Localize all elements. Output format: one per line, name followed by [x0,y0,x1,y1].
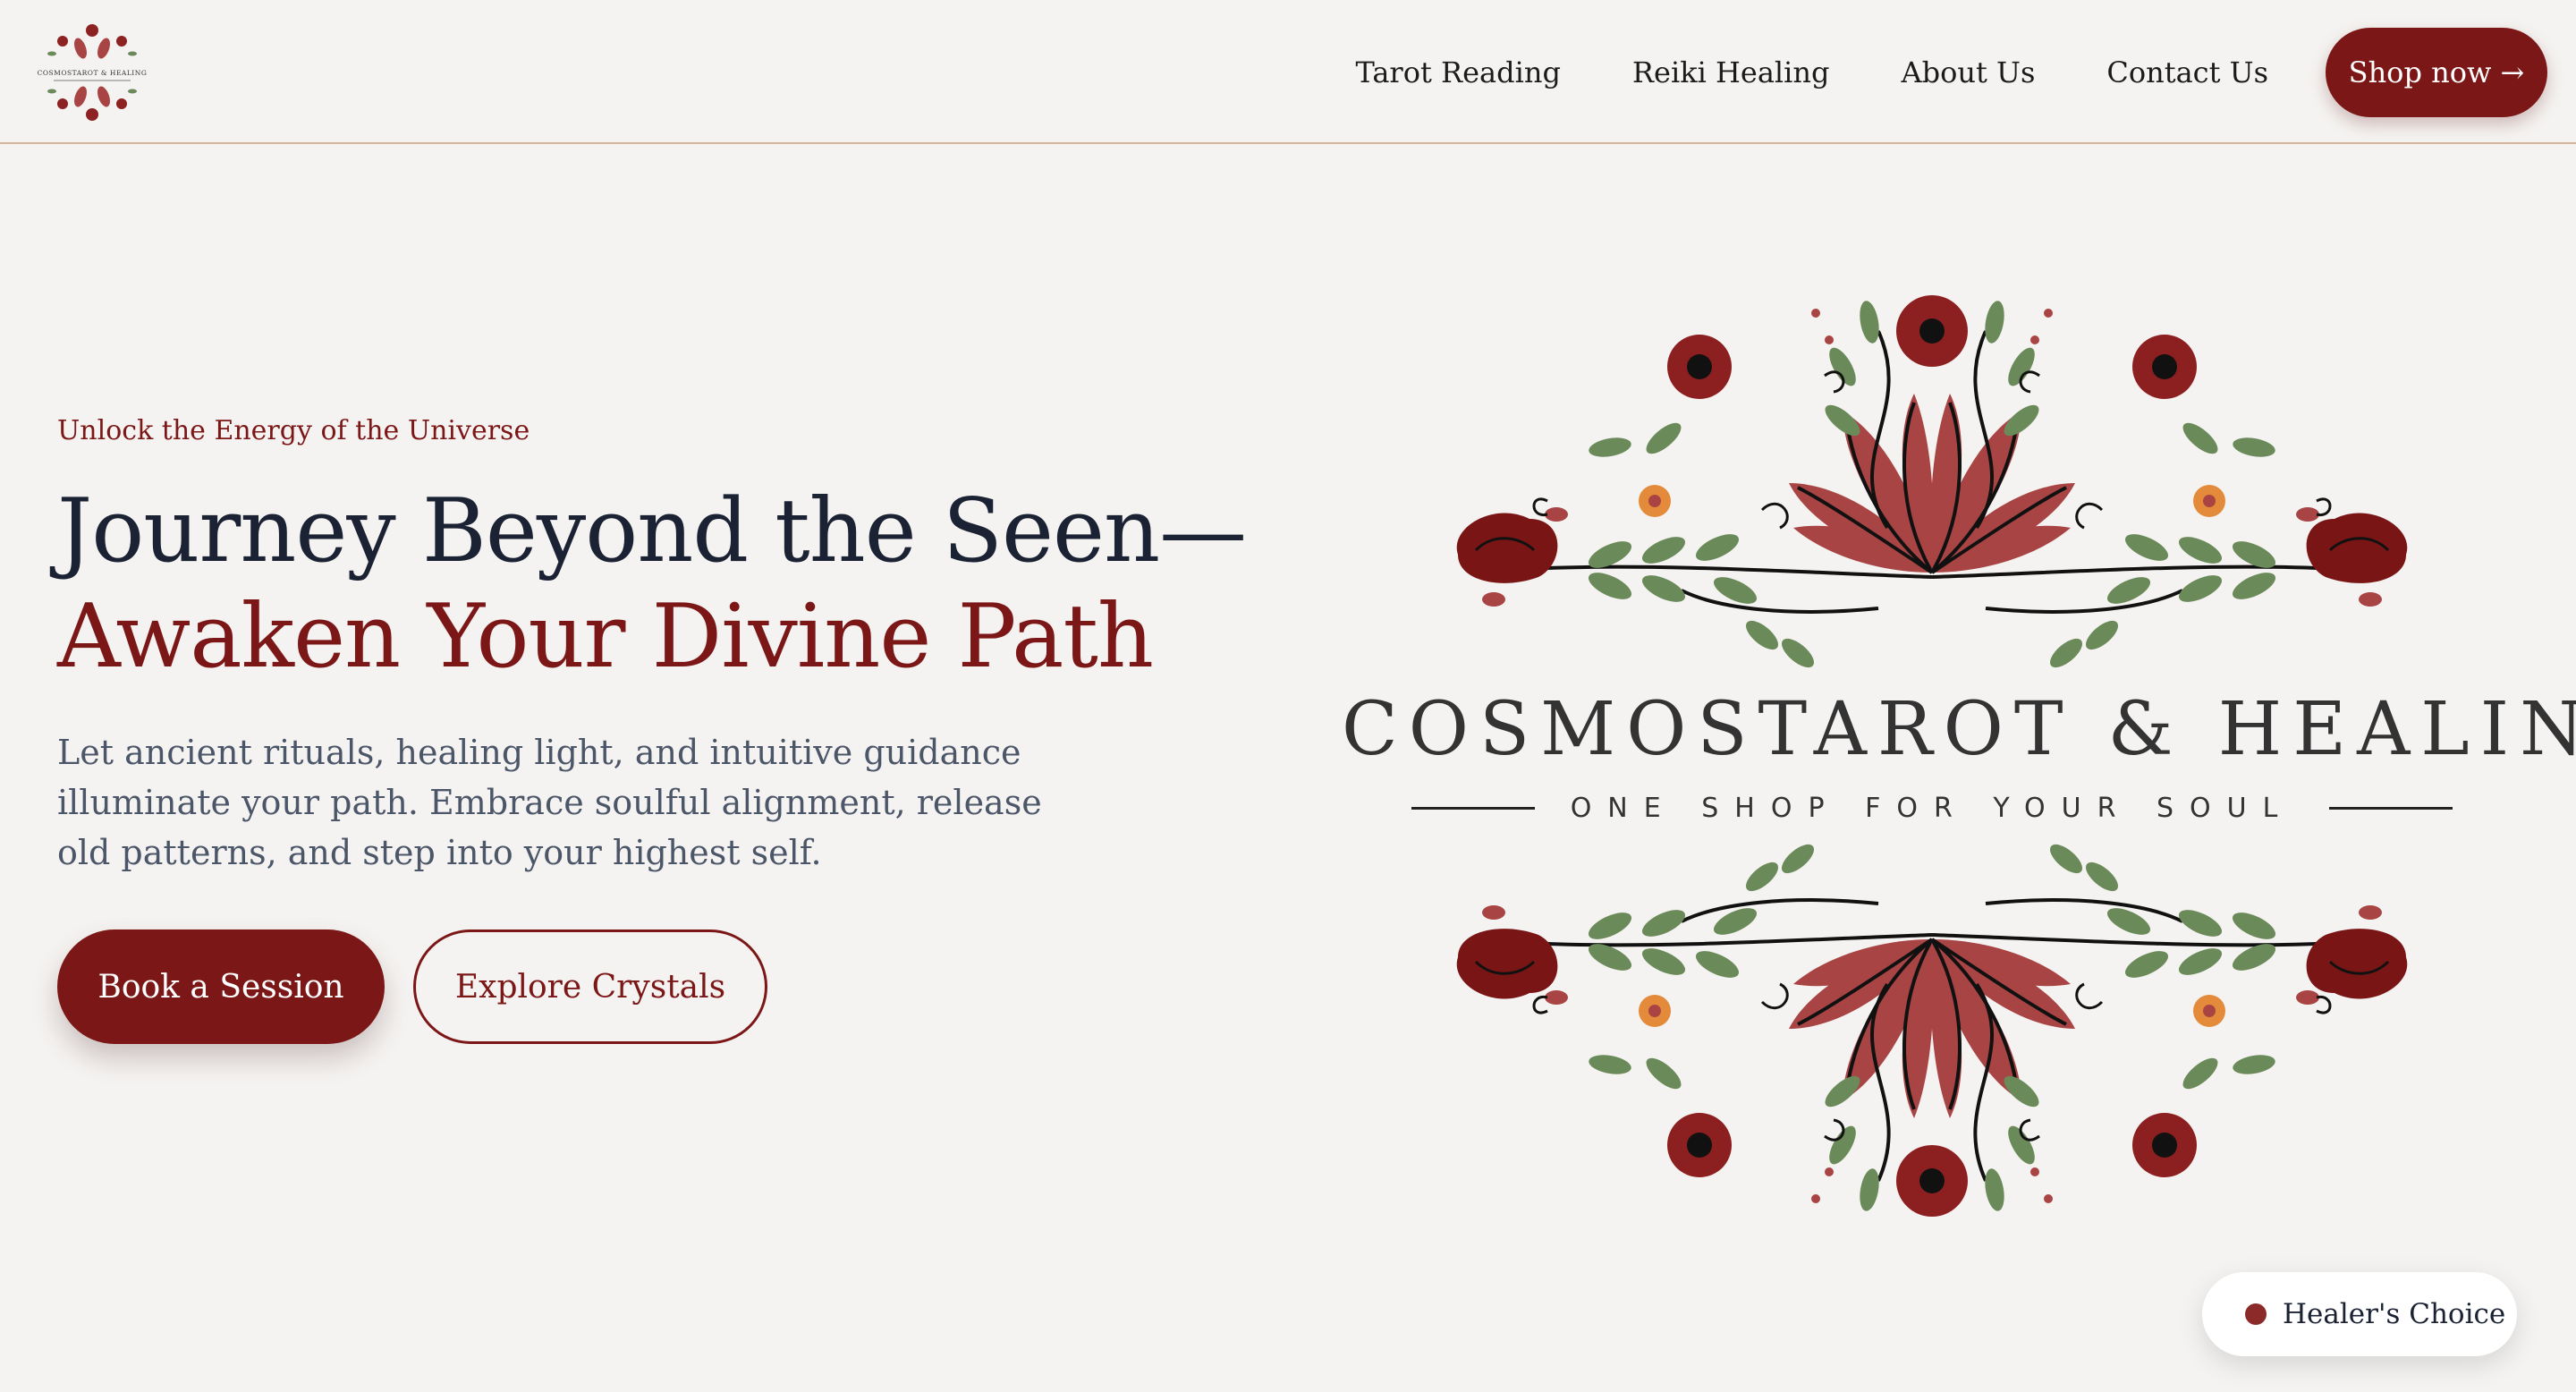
hero-eyebrow: Unlock the Energy of the Universe [57,415,530,446]
hero-description: Let ancient rituals, healing light, and … [57,733,1042,872]
shop-now-button[interactable]: Shop now → [2326,27,2547,117]
site-header: COSMOSTAROT & HEALING Tarot Reading Reik… [0,0,2576,144]
divider [2329,807,2453,810]
nav-contact-us[interactable]: Contact Us [2106,55,2268,89]
nav-reiki-healing[interactable]: Reiki Healing [1632,55,1830,89]
main-nav: Tarot Reading Reiki Healing About Us Con… [1355,0,2576,144]
illustration-subtitle-row: ONE SHOP FOR YOUR SOUL [1395,793,2469,824]
hero-section: Unlock the Energy of the Universe Journe… [57,410,1247,1044]
svg-text:COSMOSTAROT & HEALING: COSMOSTAROT & HEALING [38,69,148,77]
healers-choice-label: Healer's Choice [2283,1298,2506,1330]
brand-logo[interactable]: COSMOSTAROT & HEALING [27,14,157,131]
hero-illustration: COSMOSTAROT & HEALING ONE SHOP FOR YOUR … [1342,233,2576,1288]
status-dot-icon [2245,1303,2267,1325]
illustration-title: COSMOSTAROT & HEALING [1342,687,2576,772]
hero-headline-line2: Awaken Your Divine Path [57,586,1154,688]
hero-headline-line1: Journey Beyond the Seen— [57,480,1247,582]
healers-choice-badge[interactable]: Healer's Choice [2202,1272,2517,1356]
hero-cta-group: Book a Session Explore Crystals [57,929,1095,1044]
explore-crystals-button[interactable]: Explore Crystals [413,929,767,1044]
book-session-button[interactable]: Book a Session [57,929,385,1044]
nav-tarot-reading[interactable]: Tarot Reading [1355,55,1560,89]
illustration-subtitle: ONE SHOP FOR YOUR SOUL [1570,793,2294,824]
nav-about-us[interactable]: About Us [1901,55,2035,89]
hero-headline: Journey Beyond the Seen— Awaken Your Div… [57,479,1247,690]
divider [1411,807,1535,810]
